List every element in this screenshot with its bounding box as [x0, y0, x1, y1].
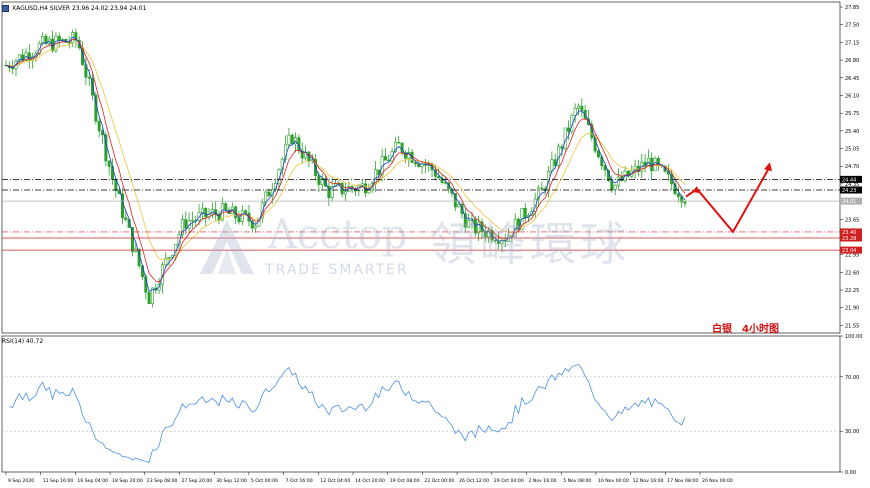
time-tick-label: 7 Oct 16:00 — [286, 478, 313, 484]
candle-body — [287, 134, 291, 145]
price-tick-label: 26.45 — [845, 76, 859, 82]
price-label: 23.04 — [842, 248, 856, 254]
candle-body — [87, 76, 91, 79]
price-tick-label: 27.50 — [845, 23, 859, 29]
time-tick-label: 27 Sep 20:00 — [182, 478, 213, 484]
annotation-asset: 白银 — [712, 324, 732, 335]
price-tick-label: 23.65 — [845, 217, 859, 223]
candle-body — [167, 257, 171, 259]
time-tick-label: 5 Oct 00:00 — [251, 478, 278, 484]
time-tick-label: 22 Oct 00:00 — [424, 478, 454, 484]
candle-body — [224, 203, 228, 211]
symbol-icon — [2, 4, 9, 12]
candle-body — [147, 291, 151, 304]
candle-body — [184, 219, 188, 229]
price-tick-label: 22.25 — [845, 288, 859, 294]
price-tick-label: 24.70 — [845, 164, 859, 170]
rsi-tick-label: 30.00 — [845, 429, 859, 435]
price-tick-label: 21.55 — [845, 323, 859, 329]
candle-body — [397, 141, 401, 144]
candle-body — [573, 108, 577, 116]
time-tick-label: 5 Nov 08:00 — [563, 478, 591, 484]
watermark-tagline: TRADE SMARTER — [265, 262, 409, 278]
price-label: 24.44 — [842, 177, 856, 183]
chart-header: XAGUSD,H4 SILVER 23.96 24.02 23.94 24.01 — [2, 2, 146, 14]
candle-body — [683, 201, 687, 204]
watermark-brand-cn: 領峰環球 — [430, 217, 630, 271]
price-tick-label: 25.40 — [845, 129, 859, 135]
price-tick-label: 27.85 — [845, 5, 859, 11]
chart-annotation: 白银 4小时图 — [712, 320, 779, 335]
rsi-tick-label: 100.00 — [845, 334, 863, 340]
time-tick-label: 2 Nov 16:00 — [529, 478, 557, 484]
price-tick-label: 27.15 — [845, 40, 859, 46]
candle-body — [107, 160, 111, 167]
price-tick-label: 26.10 — [845, 93, 859, 99]
time-tick-label: 12 Oct 04:00 — [320, 478, 350, 484]
time-tick-label: 18 Sep 20:00 — [112, 478, 143, 484]
candle-body — [190, 220, 194, 222]
time-tick-label: 12 Nov 16:00 — [633, 478, 664, 484]
candle-body — [443, 182, 447, 184]
rsi-tick-label: 70.00 — [845, 375, 859, 381]
candle-body — [124, 217, 128, 220]
annotation-timeframe: 4小时图 — [742, 324, 779, 335]
time-tick-label: 29 Oct 04:00 — [494, 478, 524, 484]
price-label: 24.01 — [842, 199, 856, 205]
candle-body — [97, 120, 101, 132]
time-tick-label: 23 Sep 08:00 — [147, 478, 178, 484]
time-tick-label: 30 Sep 12:00 — [216, 478, 247, 484]
time-tick-label: 11 Sep 16:00 — [43, 478, 74, 484]
price-label: 23.28 — [842, 236, 856, 242]
candle-body — [437, 176, 441, 179]
candle-body — [267, 191, 271, 197]
time-tick-label: 17 Nov 08:00 — [667, 478, 698, 484]
watermark-brand-en: Acctop — [268, 212, 408, 258]
candle-body — [200, 207, 204, 213]
time-tick-label: 20 Nov 00:00 — [702, 478, 733, 484]
candle-body — [610, 180, 614, 190]
candle-body — [457, 204, 461, 208]
watermark-logo-icon — [200, 220, 254, 274]
candle-body — [417, 163, 421, 168]
candle-body — [567, 127, 571, 132]
price-tick-label: 22.60 — [845, 270, 859, 276]
time-tick-label: 16 Sep 04:00 — [77, 478, 108, 484]
candle-body — [413, 162, 417, 165]
candle-body — [317, 175, 321, 185]
candle-body — [596, 150, 600, 158]
candle-body — [41, 35, 45, 44]
rsi-label: RSI(14) 40.72 — [2, 338, 44, 345]
time-tick-label: 10 Nov 00:00 — [598, 478, 629, 484]
candle-body — [204, 207, 208, 218]
symbol-info: XAGUSD,H4 SILVER 23.96 24.02 23.94 24.01 — [12, 4, 147, 12]
candle-body — [563, 127, 567, 149]
candle-body — [576, 105, 580, 109]
candle-body — [613, 184, 617, 190]
time-tick-label: 19 Oct 08:00 — [390, 478, 420, 484]
candle-body — [244, 210, 248, 214]
time-tick-label: 14 Oct 20:00 — [355, 478, 385, 484]
time-tick-label: 26 Oct 12:00 — [459, 478, 489, 484]
price-tick-label: 26.80 — [845, 58, 859, 64]
price-tick-label: 25.05 — [845, 147, 859, 153]
rsi-tick-label: 0.00 — [845, 470, 856, 476]
candle-body — [580, 105, 584, 111]
candle-body — [676, 193, 680, 197]
candle-body — [67, 42, 71, 44]
candle-body — [290, 134, 294, 145]
price-tick-label: 25.75 — [845, 111, 859, 117]
candle-body — [383, 156, 387, 161]
price-tick-label: 21.90 — [845, 306, 859, 312]
time-tick-label: 9 Sep 2020 — [8, 478, 34, 484]
candle-body — [343, 191, 347, 195]
price-label: 24.23 — [842, 188, 856, 194]
candle-body — [650, 157, 654, 172]
candle-body — [540, 187, 544, 190]
candle-body — [560, 146, 564, 149]
candle-body — [57, 35, 61, 41]
